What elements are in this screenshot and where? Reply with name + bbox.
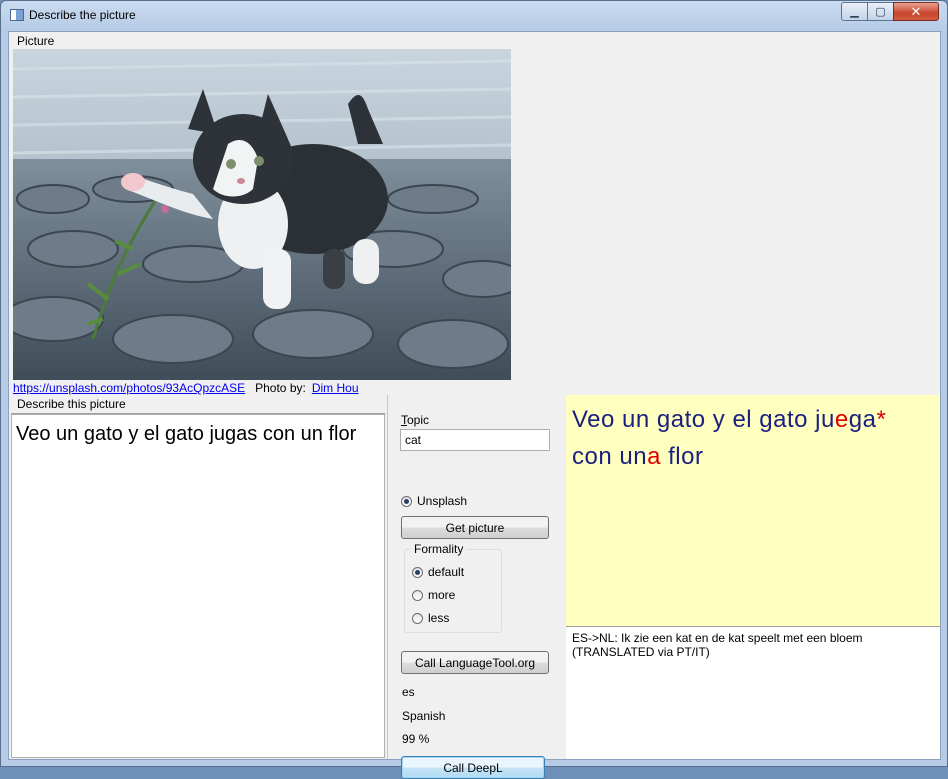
photographer-link[interactable]: Dim Hou [312,381,359,395]
photo-source-link[interactable]: https://unsplash.com/photos/93AcQpzcASE [13,381,245,395]
kitten-photo-image [13,49,511,380]
maximize-icon: ▢ [875,6,886,18]
get-picture-button[interactable]: Get picture [401,516,549,539]
minimize-icon: ▁ [850,6,859,18]
topic-label-text: opic [407,413,430,427]
call-languagetool-button[interactable]: Call LanguageTool.org [401,651,549,674]
title-bar[interactable]: Describe the picture ▁ ▢ ✕ [1,1,947,31]
formality-group: Formality default more less [404,542,502,633]
close-button[interactable]: ✕ [893,2,939,21]
corrected-seg-1: Veo un gato y el gato ju [572,406,835,433]
formality-title: Formality [411,542,467,556]
formality-more-label: more [428,588,456,602]
formality-option-less[interactable]: less [412,611,449,625]
photo-credit: https://unsplash.com/photos/93AcQpzcASE P… [13,381,359,395]
language-code: es [402,685,415,699]
kitten-photo [13,49,511,380]
formality-less-label: less [428,611,450,625]
app-window: Describe the picture ▁ ▢ ✕ Picture https… [0,0,948,779]
description-textarea[interactable]: Veo un gato y el gato jugas con un flor [11,414,385,758]
corrected-seg-7: flor [660,443,704,470]
formality-default-radio[interactable] [412,566,423,578]
unsplash-radio-row[interactable]: Unsplash [401,494,467,508]
formality-default-label: default [428,565,465,579]
client-area: Picture https://unsplash.com/photos/93Ac… [8,31,941,779]
corrected-text-panel[interactable]: Veo un gato y el gato juega* con una flo… [566,395,940,626]
formality-less-radio[interactable] [412,612,423,624]
app-icon [10,9,24,21]
call-deepl-button[interactable]: Call DeepL [401,756,545,779]
describe-label: Describe this picture [17,397,126,411]
unsplash-label: Unsplash [417,494,468,508]
corrected-seg-6-error: a [647,443,661,470]
formality-option-default[interactable]: default [412,565,464,579]
corrected-seg-2-error: e [834,406,849,433]
formality-more-radio[interactable] [412,589,423,601]
formality-option-more[interactable]: more [412,588,455,602]
topic-label: Topic [401,413,429,427]
maximize-button[interactable]: ▢ [867,2,894,21]
topic-input[interactable] [400,429,550,451]
corrected-seg-4-error: * [876,406,887,433]
picture-label: Picture [17,34,55,48]
language-confidence: 99 % [402,732,430,746]
corrected-seg-5: con un [572,443,648,470]
language-name: Spanish [402,709,446,723]
unsplash-radio[interactable] [401,495,412,507]
translation-panel[interactable]: ES->NL: Ik zie een kat en de kat speelt … [566,626,940,759]
controls-panel: Topic Unsplash Get picture Formality def… [387,395,565,779]
close-icon: ✕ [910,3,922,19]
photo-by-label: Photo by: [255,381,306,395]
minimize-button[interactable]: ▁ [841,2,868,21]
window-title: Describe the picture [29,8,136,22]
corrected-seg-3: ga [848,406,877,433]
